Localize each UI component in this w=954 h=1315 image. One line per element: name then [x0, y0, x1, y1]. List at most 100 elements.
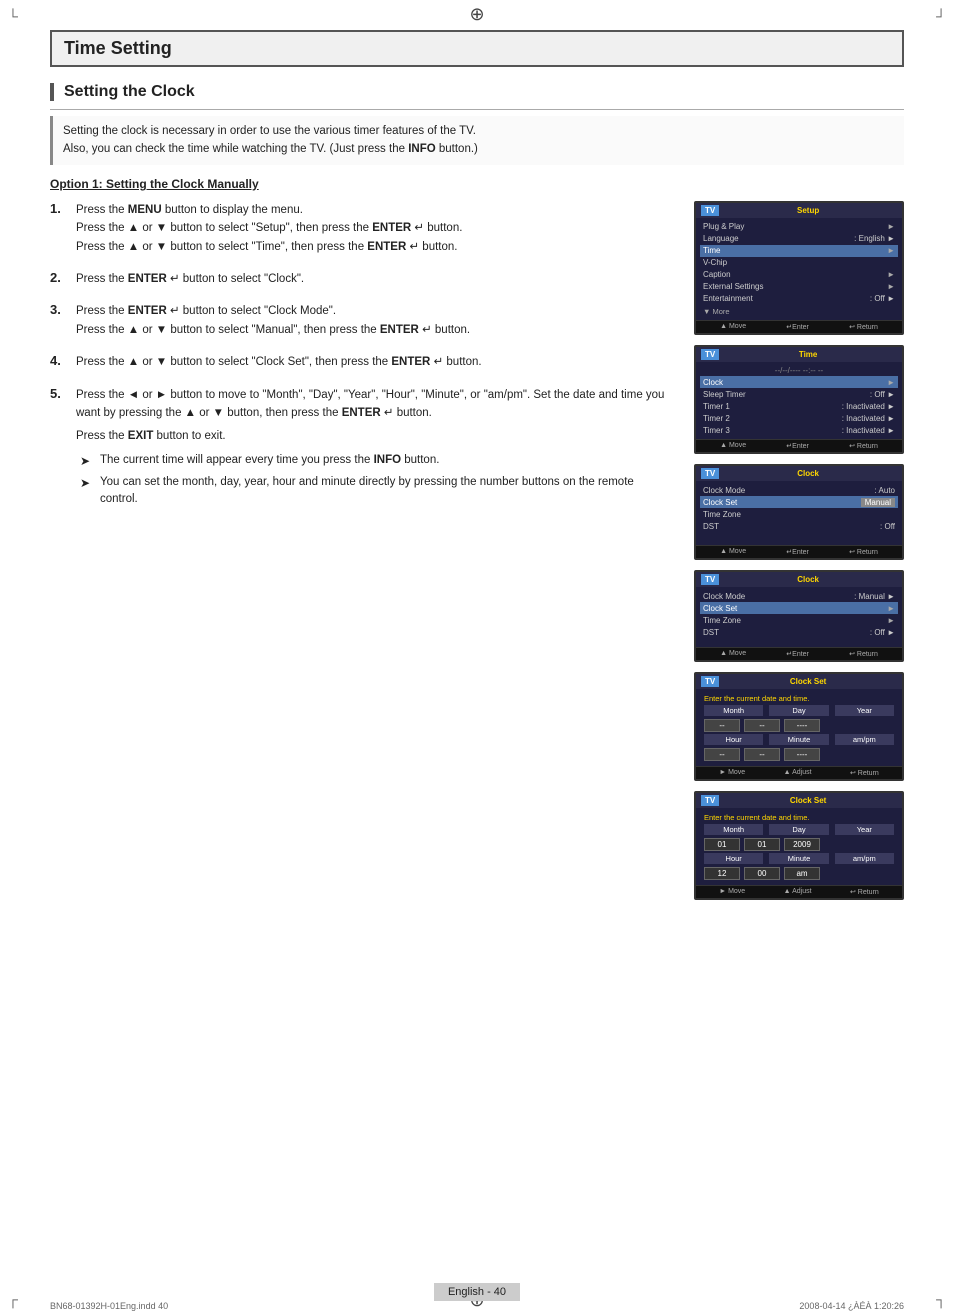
footer-return-6: ↩ Return: [850, 888, 879, 896]
csf-day-header: Day: [769, 824, 828, 835]
step-5-bullets: ➤ The current time will appear every tim…: [76, 452, 674, 509]
cse-hour-val: --: [704, 748, 740, 761]
bottom-right-info: 2008-04-14 ¿ÀÉÀ 1:20:26: [799, 1301, 904, 1311]
step-4-content: Press the ▲ or ▼ button to select "Clock…: [76, 353, 482, 371]
desc-line2-text: Also, you can check the time while watch…: [63, 143, 408, 155]
menu-ext-settings: External Settings►: [700, 281, 898, 293]
footer-enter: ↵Enter: [786, 323, 809, 331]
csf-year-header: Year: [835, 824, 894, 835]
footer-move-6: ► Move: [719, 888, 745, 896]
screen-setup-tv-label: TV: [701, 205, 719, 216]
step-1-line3: Press the ▲ or ▼ button to select "Time"…: [76, 238, 462, 256]
screen-cse-header: TV Clock Set: [696, 674, 902, 689]
crosshair-top: ⊕: [469, 4, 484, 25]
screen-setup-body: Plug & Play► Language: English ► Time► V…: [696, 218, 902, 321]
menu-dst: DST: Off: [700, 520, 898, 532]
cse-min-val: --: [744, 748, 780, 761]
desc-line2-end: button.): [436, 143, 478, 155]
menu-timer3: Timer 3: Inactivated ►: [700, 424, 898, 436]
screen-time-footer: ▲ Move ↵Enter ↩ Return: [696, 439, 902, 452]
menu-language: Language: English ►: [700, 233, 898, 245]
csf-month-val: 01: [704, 838, 740, 851]
page: └ ┘ ┌ ┐ ⊕ ⊕ Time Setting Setting the Clo…: [0, 0, 954, 1315]
footer-enter-2: ↵Enter: [786, 442, 809, 450]
instructions: 1. Press the MENU button to display the …: [50, 201, 674, 905]
screen-csf-footer: ► Move ▲ Adjust ↩ Return: [696, 885, 902, 898]
sub-bullet-2-text: You can set the month, day, year, hour a…: [100, 474, 674, 509]
screen-cse-title: Clock Set: [790, 677, 826, 686]
step-2-content: Press the ENTER ↵ button to select "Cloc…: [76, 270, 304, 288]
cse-ampm-val: ----: [784, 748, 820, 761]
screen-setup-footer: ▲ Move ↵Enter ↩ Return: [696, 320, 902, 333]
step-3-number: 3.: [50, 302, 68, 339]
screen-clock-set-empty: TV Clock Set Enter the current date and …: [694, 672, 904, 781]
footer-move-2: ▲ Move: [720, 442, 746, 450]
screen-time-tv-label: TV: [701, 349, 719, 360]
step-5-line2: Press the EXIT button to exit.: [76, 427, 674, 445]
step-5-content: Press the ◄ or ► button to move to "Mont…: [76, 386, 674, 513]
screen-clock-body: Clock Mode: Auto Clock SetManual Time Zo…: [696, 481, 902, 545]
screen-cse-body: Enter the current date and time. Month D…: [696, 689, 902, 766]
screen-setup-header: TV Setup: [696, 203, 902, 218]
footer-enter-3: ↵Enter: [786, 548, 809, 556]
menu-timer1: Timer 1: Inactivated ►: [700, 400, 898, 412]
footer-enter-4: ↵Enter: [786, 650, 809, 658]
cse-minute-header: Minute: [769, 734, 828, 745]
csf-year-val: 2009: [784, 838, 820, 851]
footer-move-3: ▲ Move: [720, 548, 746, 556]
menu-plug-play: Plug & Play►: [700, 221, 898, 233]
screen-clock-set-body: Clock Mode: Manual ► Clock Set► Time Zon…: [696, 587, 902, 647]
sub-bullet-1-text: The current time will appear every time …: [100, 452, 439, 470]
step-2: 2. Press the ENTER ↵ button to select "C…: [50, 270, 674, 288]
cse-ampm-header: am/pm: [835, 734, 894, 745]
csf-min-val: 00: [744, 867, 780, 880]
corner-mark-tl: └: [8, 8, 18, 24]
screen-cse-tv-label: TV: [701, 676, 719, 687]
sub-bullet-2: ➤ You can set the month, day, year, hour…: [80, 474, 674, 509]
cse-date-values: -- -- ----: [700, 717, 898, 734]
cse-hour-header: Hour: [704, 734, 763, 745]
menu-time-highlighted: Time►: [700, 245, 898, 257]
step-5-line1: Press the ◄ or ► button to move to "Mont…: [76, 386, 674, 423]
screen-setup: TV Setup Plug & Play► Language: English …: [694, 201, 904, 336]
csf-time-values: 12 00 am: [700, 865, 898, 882]
csf-date-headers: Month Day Year: [700, 824, 898, 836]
step-1-line2: Press the ▲ or ▼ button to select "Setup…: [76, 219, 462, 237]
csf-time-headers: Hour Minute am/pm: [700, 853, 898, 865]
screen-csf-body: Enter the current date and time. Month D…: [696, 808, 902, 885]
screen-clock-set-footer: ▲ Move ↵Enter ↩ Return: [696, 647, 902, 660]
csf-day-val: 01: [744, 838, 780, 851]
menu-time-zone2: Time Zone►: [700, 614, 898, 626]
sub-bullet-2-arrow: ➤: [80, 474, 94, 509]
step-2-number: 2.: [50, 270, 68, 288]
screen-clock-footer: ▲ Move ↵Enter ↩ Return: [696, 545, 902, 558]
screen-setup-title: Setup: [797, 206, 819, 215]
footer-adjust-6: ▲ Adjust: [784, 888, 812, 896]
footer-return-2: ↩ Return: [849, 442, 878, 450]
step-4: 4. Press the ▲ or ▼ button to select "Cl…: [50, 353, 674, 371]
step-4-line1: Press the ▲ or ▼ button to select "Clock…: [76, 353, 482, 371]
cse-year-val: ----: [784, 719, 820, 732]
content-area: 1. Press the MENU button to display the …: [50, 201, 904, 905]
footer-return-4: ↩ Return: [849, 650, 878, 658]
screen-csf-header: TV Clock Set: [696, 793, 902, 808]
section-title: Setting the Clock: [64, 83, 904, 101]
screen-clock-header: TV Clock: [696, 466, 902, 481]
footer-move: ▲ Move: [720, 323, 746, 331]
screen-csf-tv-label: TV: [701, 795, 719, 806]
screen-time-body: --/--/---- --:-- -- Clock► Sleep Timer: …: [696, 362, 902, 439]
corner-mark-tr: ┘: [936, 8, 946, 24]
menu-timer2: Timer 2: Inactivated ►: [700, 412, 898, 424]
menu-vchip: V-Chip: [700, 257, 898, 269]
step-3: 3. Press the ENTER ↵ button to select "C…: [50, 302, 674, 339]
step-3-line2: Press the ▲ or ▼ button to select "Manua…: [76, 321, 470, 339]
step-3-line1: Press the ENTER ↵ button to select "Cloc…: [76, 302, 470, 320]
screen-clock-mode: TV Clock Clock Mode: Auto Clock SetManua…: [694, 464, 904, 560]
screen-time-header: TV Time: [696, 347, 902, 362]
screen-csf-title: Clock Set: [790, 796, 826, 805]
page-footer: English - 40: [0, 1283, 954, 1301]
screen-clock-set-filled: TV Clock Set Enter the current date and …: [694, 791, 904, 900]
screen-clock-set-header: TV Clock: [696, 572, 902, 587]
menu-time-zone: Time Zone: [700, 508, 898, 520]
footer-return-5: ↩ Return: [850, 769, 879, 777]
